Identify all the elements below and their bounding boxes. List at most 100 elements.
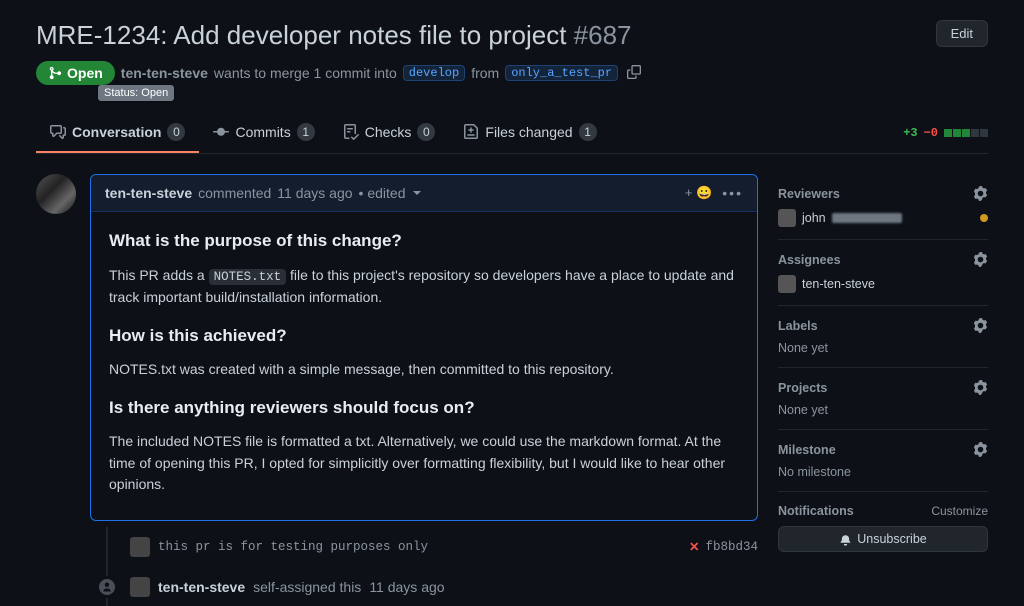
commit-message[interactable]: this pr is for testing purposes only (158, 540, 428, 554)
pr-header: MRE-1234: Add developer notes file to pr… (36, 20, 988, 51)
assignee-name: ten-ten-steve (802, 277, 875, 291)
diff-stat: +3 −0 (903, 126, 988, 140)
file-diff-icon (463, 124, 479, 140)
timeline-self-assign: ten-ten-steve self-assigned this 11 days… (90, 567, 758, 606)
tab-checks[interactable]: Checks 0 (329, 113, 450, 153)
inline-code: NOTES.txt (209, 269, 287, 285)
tab-conversation[interactable]: Conversation 0 (36, 113, 199, 153)
unsubscribe-button[interactable]: Unsubscribe (778, 526, 988, 552)
diff-deletions: −0 (924, 126, 938, 140)
comment-p2: NOTES.txt was created with a simple mess… (109, 359, 739, 381)
tab-files-count: 1 (579, 123, 597, 141)
pr-number: #687 (574, 20, 632, 50)
head-branch[interactable]: only_a_test_pr (505, 65, 618, 81)
comment-discussion-icon (50, 124, 66, 140)
assignee-row[interactable]: ten-ten-steve (778, 275, 988, 293)
status-label: Open (67, 65, 103, 81)
git-pull-request-icon (48, 66, 62, 80)
sidebar-assignees: Assignees ten-ten-steve (778, 240, 988, 306)
comment-header: ten-ten-steve commented 11 days ago • ed… (91, 175, 757, 212)
git-commit-icon (213, 124, 229, 140)
merge-text: wants to merge 1 commit into (214, 65, 397, 81)
comment-heading-1: What is the purpose of this change? (109, 228, 739, 254)
timeline-commit: this pr is for testing purposes only ✕ f… (90, 527, 758, 567)
tabs: Conversation 0 Commits 1 Checks 0 Files … (36, 113, 988, 154)
diff-additions: +3 (903, 126, 917, 140)
gear-icon[interactable] (973, 442, 988, 457)
status-badge-open: Open (36, 61, 115, 85)
projects-title: Projects (778, 381, 827, 395)
redacted-text (832, 213, 902, 223)
gear-icon[interactable] (973, 380, 988, 395)
commit-status[interactable]: ✕ fb8bd34 (689, 539, 758, 555)
notifications-customize[interactable]: Customize (931, 504, 988, 518)
assignee-avatar[interactable] (130, 577, 150, 597)
reviewer-row[interactable]: john (778, 209, 988, 227)
milestone-value: No milestone (778, 465, 988, 479)
unsubscribe-label: Unsubscribe (857, 532, 926, 546)
from-text: from (471, 65, 499, 81)
gear-icon[interactable] (973, 186, 988, 201)
sidebar-notifications: Notifications Customize Unsubscribe (778, 492, 988, 564)
projects-value: None yet (778, 403, 988, 417)
comment-author[interactable]: ten-ten-steve (105, 185, 192, 201)
add-reaction-button[interactable]: + 😀 (685, 185, 712, 201)
reviewer-avatar (778, 209, 796, 227)
tab-conversation-label: Conversation (72, 124, 161, 140)
comment-body: What is the purpose of this change? This… (91, 212, 757, 520)
tab-files-label: Files changed (485, 124, 572, 140)
reviewers-title: Reviewers (778, 187, 840, 201)
notifications-title: Notifications (778, 504, 854, 518)
comment-heading-2: How is this achieved? (109, 323, 739, 349)
sidebar-projects: Projects None yet (778, 368, 988, 430)
chevron-down-icon[interactable] (413, 191, 421, 195)
assignees-title: Assignees (778, 253, 841, 267)
timeline-time[interactable]: 11 days ago (369, 579, 444, 595)
comment-p1: This PR adds a NOTES.txt file to this pr… (109, 265, 739, 309)
pr-meta: Open ten-ten-steve wants to merge 1 comm… (36, 61, 988, 85)
sidebar-labels: Labels None yet (778, 306, 988, 368)
kebab-menu-icon[interactable]: ••• (722, 185, 743, 201)
sidebar-milestone: Milestone No milestone (778, 430, 988, 492)
commit-sha[interactable]: fb8bd34 (705, 540, 758, 554)
diff-blocks (944, 129, 988, 137)
author-avatar[interactable] (36, 174, 76, 214)
tab-checks-label: Checks (365, 124, 412, 140)
tab-commits-count: 1 (297, 123, 315, 141)
milestone-title: Milestone (778, 443, 836, 457)
tab-commits[interactable]: Commits 1 (199, 113, 328, 153)
labels-value: None yet (778, 341, 988, 355)
pr-title-text: MRE-1234: Add developer notes file to pr… (36, 20, 566, 50)
checklist-icon (343, 124, 359, 140)
timeline-action: self-assigned this (253, 579, 361, 595)
comment-verb: commented (198, 185, 271, 201)
gear-icon[interactable] (973, 318, 988, 333)
tab-checks-count: 0 (417, 123, 435, 141)
copy-icon[interactable] (627, 65, 641, 82)
base-branch[interactable]: develop (403, 65, 465, 81)
sidebar-reviewers: Reviewers john (778, 174, 988, 240)
sidebar: Reviewers john Assignees ten-ten-st (778, 174, 988, 606)
edit-button[interactable]: Edit (936, 20, 988, 47)
author-avatar-column (36, 174, 76, 606)
tab-commits-label: Commits (235, 124, 290, 140)
reviewer-name: john (802, 211, 826, 225)
comment-p3: The included NOTES file is formatted a t… (109, 431, 739, 496)
comment-box: ten-ten-steve commented 11 days ago • ed… (90, 174, 758, 521)
x-icon: ✕ (689, 539, 699, 555)
timeline-author[interactable]: ten-ten-steve (158, 579, 245, 595)
labels-title: Labels (778, 319, 818, 333)
tab-files[interactable]: Files changed 1 (449, 113, 610, 153)
review-status-dot (980, 214, 988, 222)
tab-conversation-count: 0 (167, 123, 185, 141)
assignee-avatar-small (778, 275, 796, 293)
comment-time[interactable]: 11 days ago (277, 185, 352, 201)
pr-title: MRE-1234: Add developer notes file to pr… (36, 20, 632, 51)
author-link[interactable]: ten-ten-steve (121, 65, 208, 81)
commit-author-avatar[interactable] (130, 537, 150, 557)
comment-edited[interactable]: • edited (359, 185, 406, 201)
mute-icon (839, 533, 852, 546)
gear-icon[interactable] (973, 252, 988, 267)
person-icon (96, 576, 118, 598)
comment-heading-3: Is there anything reviewers should focus… (109, 395, 739, 421)
